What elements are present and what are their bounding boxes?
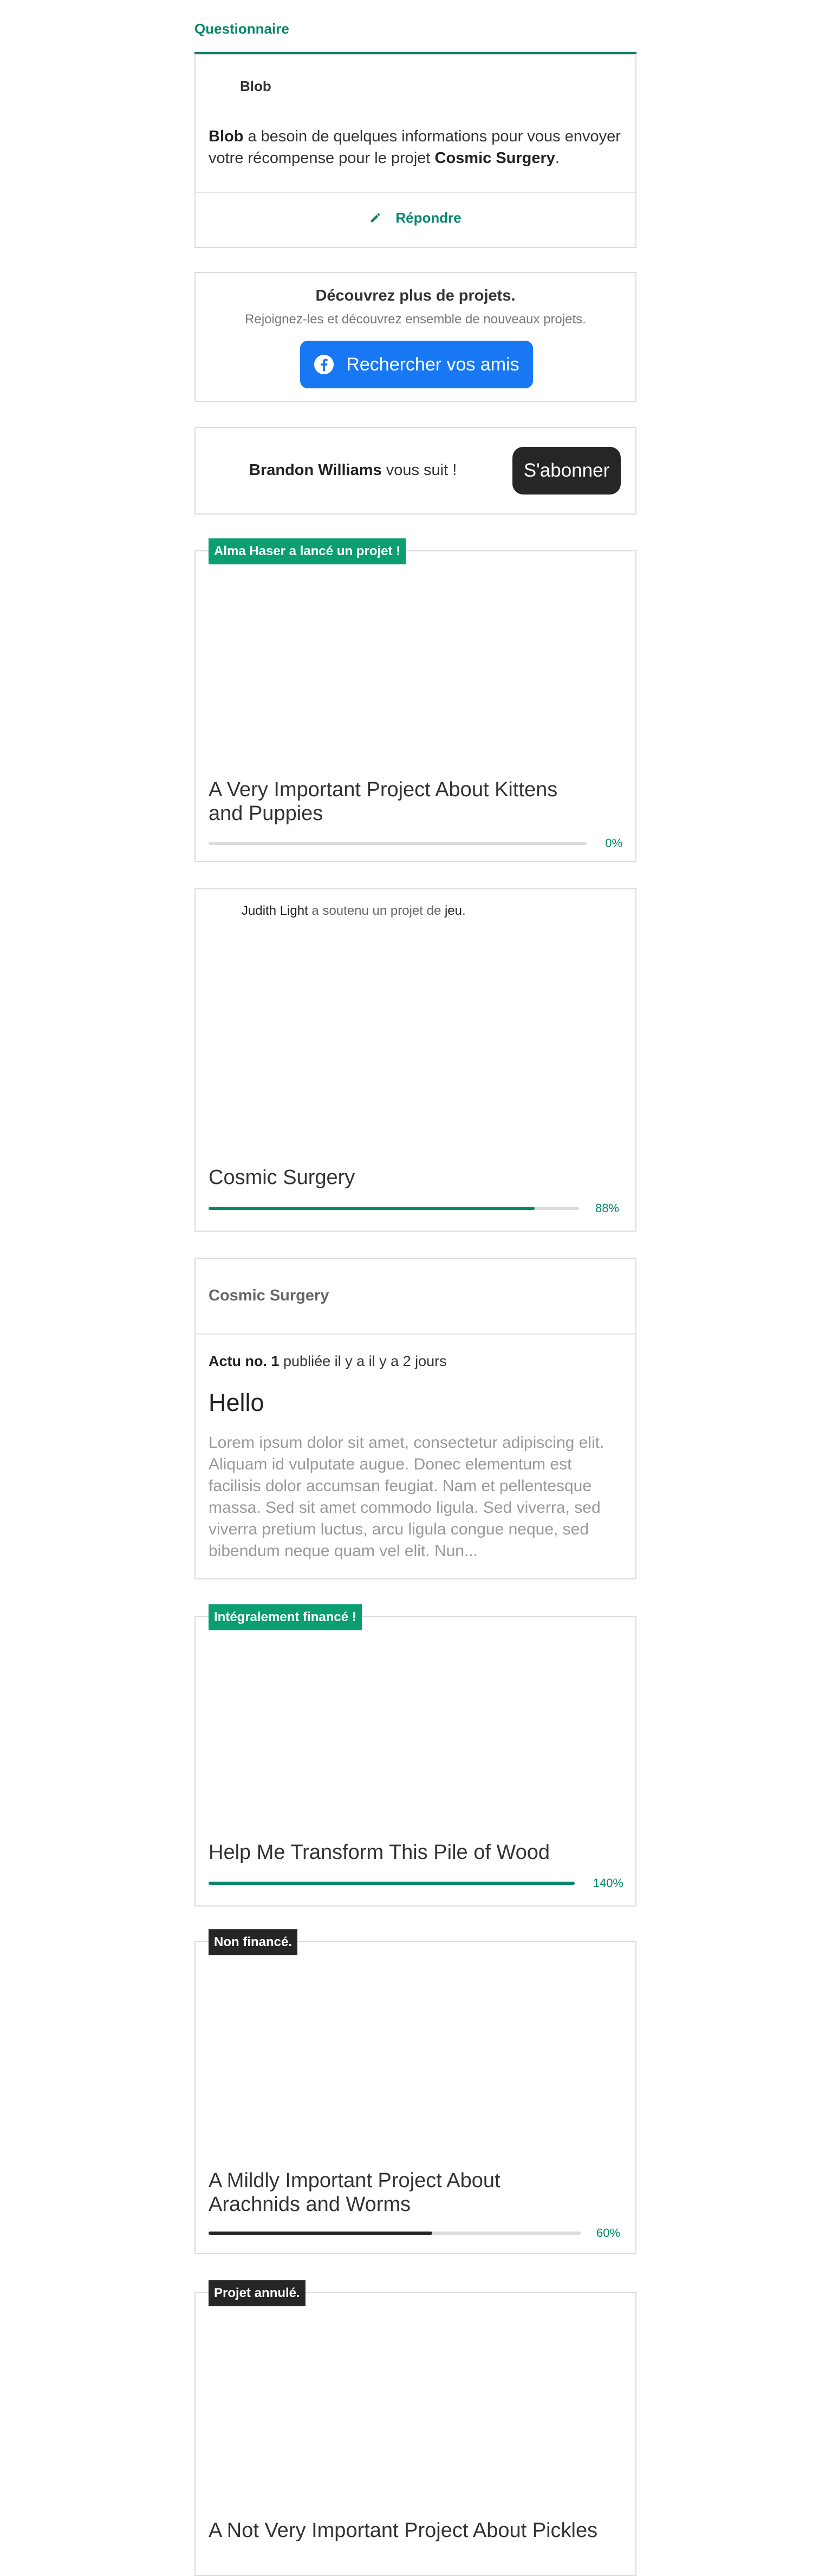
pencil-icon [371,213,380,223]
reply-label: Répondre [395,210,461,226]
project-badge: Intégralement financé ! [209,1604,362,1630]
project-title[interactable]: Cosmic Surgery [209,1166,577,1189]
questionnaire-card: Blob Blob a besoin de quelques informati… [194,54,636,248]
project-card[interactable]: Non financé. A Mildly Important Project … [194,1929,636,2254]
discover-subtitle: Rejoignez-les et découvrez ensemble de n… [245,312,586,327]
progress-fill [209,2232,432,2235]
questionnaire-message: Blob a besoin de quelques informations p… [209,126,626,169]
discover-title: Découvrez plus de projets. [315,287,516,304]
backer-activity: Judith Light a soutenu un projet de jeu. [242,903,466,919]
sender-name[interactable]: Blob [240,78,271,95]
project-card[interactable]: Intégralement financé ! Help Me Transfor… [194,1604,636,1907]
project-card[interactable]: Judith Light a soutenu un projet de jeu.… [194,888,636,1232]
backer-name[interactable]: Judith Light [242,903,308,918]
project-title[interactable]: A Not Very Important Project About Pickl… [209,2519,620,2542]
discover-card: Découvrez plus de projets. Rejoignez-les… [194,272,636,402]
follow-text: vous suit ! [381,461,457,479]
progress-fill [209,1882,575,1885]
project-badge: Alma Haser a lancé un projet ! [209,538,406,564]
facebook-icon [314,354,334,375]
follow-message: Brandon Williams vous suit ! [249,461,457,479]
project-category-link[interactable]: jeu [445,903,462,918]
project-card[interactable]: Projet annulé. A Not Very Important Proj… [194,2280,636,2576]
questionnaire-header: Questionnaire [194,21,289,37]
news-project-name[interactable]: Cosmic Surgery [209,1287,329,1305]
project-link[interactable]: Cosmic Surgery [435,149,555,167]
follower-name[interactable]: Brandon Williams [249,461,382,479]
progress-percent: 88% [595,1201,619,1215]
news-meta: Actu no. 1 publiée il y a il y a 2 jours [209,1353,447,1370]
progress-fill [209,1207,535,1210]
progress-percent: 140% [593,1876,623,1890]
reply-button[interactable]: Répondre [196,210,635,226]
project-badge: Non financé. [209,1929,298,1955]
project-badge: Projet annulé. [209,2280,306,2306]
divider [196,1333,635,1335]
progress-percent: 0% [605,836,622,850]
message-end: . [555,149,560,167]
follow-card: Brandon Williams vous suit ! S'abonner [194,427,636,515]
progress-bar [209,1207,579,1210]
find-friends-button[interactable]: Rechercher vos amis [300,341,533,388]
progress-bar [209,2232,581,2235]
find-friends-label: Rechercher vos amis [346,354,519,375]
project-title[interactable]: A Mildly Important Project About Arachni… [209,2169,577,2216]
project-title[interactable]: A Very Important Project About Kittens a… [209,778,577,825]
progress-percent: 60% [596,2226,620,2240]
project-card[interactable]: Alma Haser a lancé un projet ! A Very Im… [194,538,636,862]
progress-bar [209,1882,575,1885]
sender-name-inline[interactable]: Blob [209,128,243,145]
subscribe-button[interactable]: S'abonner [512,447,621,495]
news-heading[interactable]: Hello [209,1389,264,1417]
backer-end: . [461,903,466,918]
update-number: Actu no. 1 [209,1353,280,1369]
news-body: Lorem ipsum dolor sit amet, consectetur … [209,1434,604,1560]
project-title[interactable]: Help Me Transform This Pile of Wood [209,1840,577,1864]
backer-text: a soutenu un projet de [308,903,445,918]
divider [196,192,635,193]
update-date: publiée il y a il y a 2 jours [279,1353,447,1369]
news-card[interactable]: Cosmic Surgery Actu no. 1 publiée il y a… [194,1258,636,1579]
progress-bar [209,842,587,845]
